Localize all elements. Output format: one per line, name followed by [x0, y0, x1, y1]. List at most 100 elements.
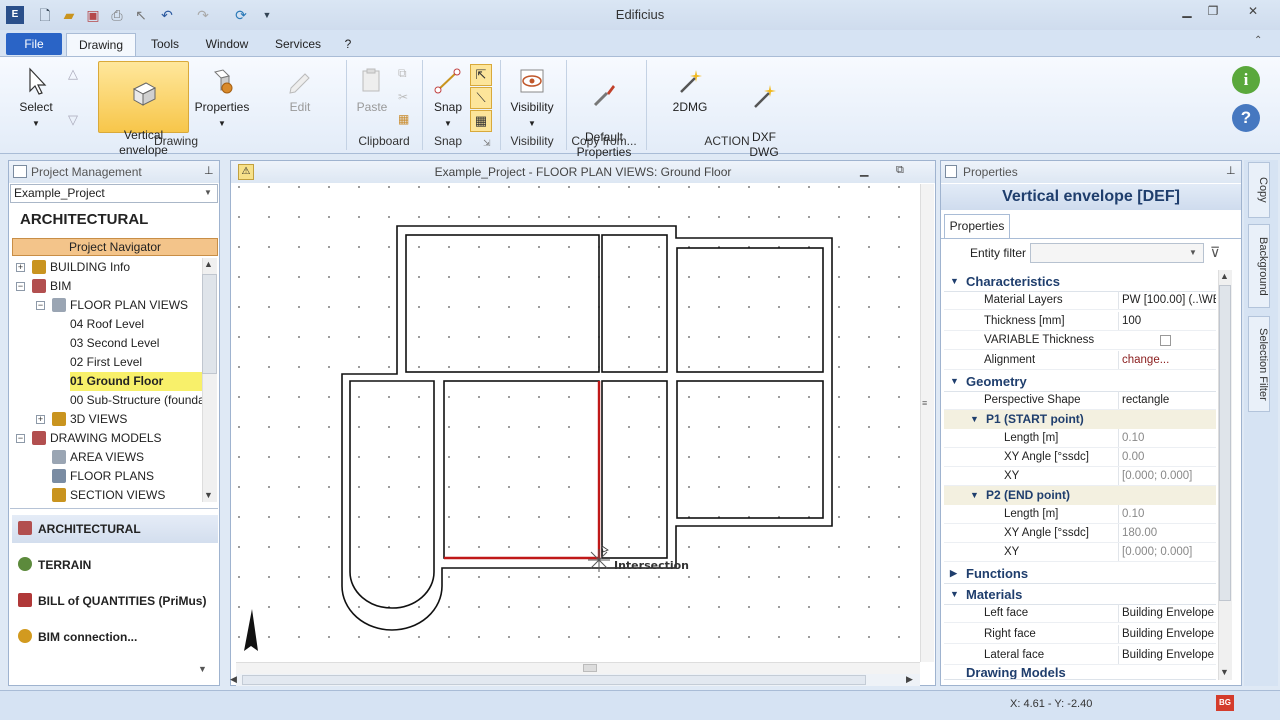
- prop-p2-xy[interactable]: XY [0.000; 0.000]: [944, 543, 1216, 562]
- side-tab-selection-filter[interactable]: Selection Filter: [1248, 316, 1270, 412]
- properties-scrollbar-thumb[interactable]: [1219, 285, 1231, 601]
- tab-services[interactable]: Services: [268, 33, 328, 56]
- select-button[interactable]: Select ▼: [12, 66, 60, 131]
- tree-item[interactable]: SECTION VIEWS: [10, 486, 202, 502]
- nav-architectural[interactable]: ARCHITECTURAL: [12, 515, 218, 543]
- collapse-icon[interactable]: −: [16, 434, 25, 443]
- snap-line-icon[interactable]: ⟍: [470, 87, 492, 109]
- cut-icon[interactable]: ✂: [398, 90, 408, 104]
- print-icon[interactable]: ⎙: [108, 6, 126, 24]
- canvas-horizontal-scrollbar[interactable]: [236, 662, 920, 674]
- view-icon[interactable]: ⚠: [238, 164, 254, 180]
- refresh-icon[interactable]: ⟳: [232, 6, 250, 24]
- prop-lateral-face[interactable]: Lateral face Building Envelope (d: [944, 646, 1216, 665]
- prop-left-face[interactable]: Left face Building Envelope (d: [944, 604, 1216, 623]
- chevron-down-icon[interactable]: ▼: [204, 188, 212, 197]
- arrow-up-icon[interactable]: △: [68, 66, 78, 82]
- prop-p2-length[interactable]: Length [m] 0.10: [944, 505, 1216, 524]
- collapse-icon[interactable]: −: [36, 301, 45, 310]
- tree-item[interactable]: 03 Second Level: [10, 334, 202, 353]
- chevron-down-icon[interactable]: ▼: [1189, 248, 1197, 257]
- scroll-right-icon[interactable]: ▶: [906, 674, 913, 685]
- snap-grid-icon[interactable]: ▦: [470, 110, 492, 132]
- prop-material-layers[interactable]: Material Layers PW [100.00] (..\WE: [944, 291, 1216, 310]
- group-p2-end-point[interactable]: ▼ P2 (END point): [944, 486, 1216, 505]
- app-icon[interactable]: E: [6, 6, 24, 24]
- tree-item[interactable]: − FLOOR PLAN VIEWS: [10, 296, 202, 315]
- restore-view-icon[interactable]: ⧉: [896, 164, 904, 177]
- group-functions[interactable]: ▶ Functions: [944, 563, 1216, 584]
- tab-drawing[interactable]: Drawing: [66, 33, 136, 56]
- project-navigator-button[interactable]: Project Navigator: [12, 238, 218, 256]
- tab-help[interactable]: ?: [338, 33, 358, 56]
- filter-icon[interactable]: ⊽: [1210, 244, 1220, 261]
- info-icon[interactable]: i: [1232, 66, 1260, 94]
- pin-icon[interactable]: ⊥: [1226, 164, 1236, 177]
- prop-alignment[interactable]: Alignment change...: [944, 351, 1216, 370]
- minimize-view-icon[interactable]: ▁: [860, 164, 868, 177]
- side-tab-background[interactable]: Background: [1248, 224, 1270, 308]
- tree-item[interactable]: 01 Ground Floor: [10, 372, 202, 391]
- prop-thickness[interactable]: Thickness [mm] 100: [944, 312, 1216, 331]
- new-file-icon[interactable]: 🗋: [36, 6, 54, 24]
- snap-endpoint-icon[interactable]: ⇱: [470, 64, 492, 86]
- prop-p2-angle[interactable]: XY Angle [°ssdc] 180.00: [944, 524, 1216, 543]
- properties-button[interactable]: Properties ▼: [192, 66, 252, 131]
- nav-bim-connection[interactable]: BIM connection...: [12, 623, 218, 651]
- tree-item[interactable]: − DRAWING MODELS: [10, 429, 202, 448]
- collapse-icon[interactable]: −: [16, 282, 25, 291]
- prop-p1-length[interactable]: Length [m] 0.10: [944, 429, 1216, 448]
- 2dmg-button[interactable]: 2DMG: [662, 66, 718, 115]
- nav-bill-of-quantities[interactable]: BILL of QUANTITIES (PriMus): [12, 587, 218, 615]
- prop-p1-angle[interactable]: XY Angle [°ssdc] 0.00: [944, 448, 1216, 467]
- side-tab-copy[interactable]: Copy: [1248, 162, 1270, 218]
- scroll-left-icon[interactable]: ◀: [230, 674, 237, 685]
- prop-perspective-shape[interactable]: Perspective Shape rectangle: [944, 391, 1216, 410]
- tree-scrollbar-thumb[interactable]: [202, 274, 217, 374]
- maximize-button[interactable]: ❐: [1200, 2, 1226, 20]
- background-toggle-icon[interactable]: BG: [1216, 695, 1234, 711]
- copy-icon[interactable]: ⧉: [398, 66, 407, 81]
- redo-icon[interactable]: ↷: [194, 6, 212, 24]
- scroll-up-icon[interactable]: ▲: [204, 259, 213, 269]
- group-p1-start-point[interactable]: ▼ P1 (START point): [944, 410, 1216, 429]
- variable-thickness-checkbox[interactable]: [1160, 335, 1171, 346]
- chevron-down-icon[interactable]: ▼: [198, 664, 207, 674]
- scrollbar-thumb[interactable]: [583, 664, 597, 672]
- project-select[interactable]: Example_Project: [10, 184, 218, 203]
- tree-item[interactable]: − BIM: [10, 277, 202, 296]
- pin-icon[interactable]: ⊥: [204, 164, 214, 177]
- prop-p1-xy[interactable]: XY [0.000; 0.000]: [944, 467, 1216, 486]
- customize-toolbar-icon[interactable]: ▼: [258, 6, 276, 24]
- cursor-icon[interactable]: ↖: [132, 6, 150, 24]
- prop-right-face[interactable]: Right face Building Envelope (d: [944, 625, 1216, 644]
- close-button[interactable]: ✕: [1240, 2, 1266, 20]
- expand-icon[interactable]: +: [36, 415, 45, 424]
- tree-item[interactable]: AREA VIEWS: [10, 448, 202, 467]
- open-folder-icon[interactable]: ▰: [60, 6, 78, 24]
- minimize-button[interactable]: ▁: [1174, 2, 1200, 20]
- tab-window[interactable]: Window: [198, 33, 256, 56]
- floor-plan-canvas[interactable]: Intersection: [236, 184, 920, 662]
- tree-item[interactable]: 04 Roof Level: [10, 315, 202, 334]
- scrollbar-grip-icon[interactable]: ≡: [922, 398, 927, 408]
- entity-filter-select[interactable]: [1030, 243, 1204, 263]
- collapse-ribbon-icon[interactable]: ⌃: [1254, 35, 1262, 46]
- tree-item[interactable]: FLOOR PLANS: [10, 467, 202, 486]
- canvas-vertical-scrollbar[interactable]: [920, 184, 934, 662]
- scroll-down-icon[interactable]: ▼: [204, 490, 213, 500]
- tree-item[interactable]: 02 First Level: [10, 353, 202, 372]
- group-materials[interactable]: ▼ Materials: [944, 584, 1216, 605]
- snap-button[interactable]: Snap ▼: [428, 66, 468, 131]
- undo-icon[interactable]: ↶: [158, 6, 176, 24]
- help-icon[interactable]: ?: [1232, 104, 1260, 132]
- scroll-up-icon[interactable]: ▲: [1220, 271, 1229, 281]
- arrow-down-icon[interactable]: ▽: [68, 112, 78, 128]
- prop-variable-thickness[interactable]: VARIABLE Thickness: [944, 331, 1216, 350]
- scroll-down-icon[interactable]: ▼: [1220, 667, 1229, 677]
- visibility-button[interactable]: Visibility ▼: [504, 66, 560, 131]
- edit-button[interactable]: Edit: [272, 66, 328, 115]
- dialog-launcher-icon[interactable]: ⇲: [483, 138, 491, 149]
- page-scrollbar-thumb[interactable]: [242, 675, 866, 685]
- save-icon[interactable]: ▣: [84, 6, 102, 24]
